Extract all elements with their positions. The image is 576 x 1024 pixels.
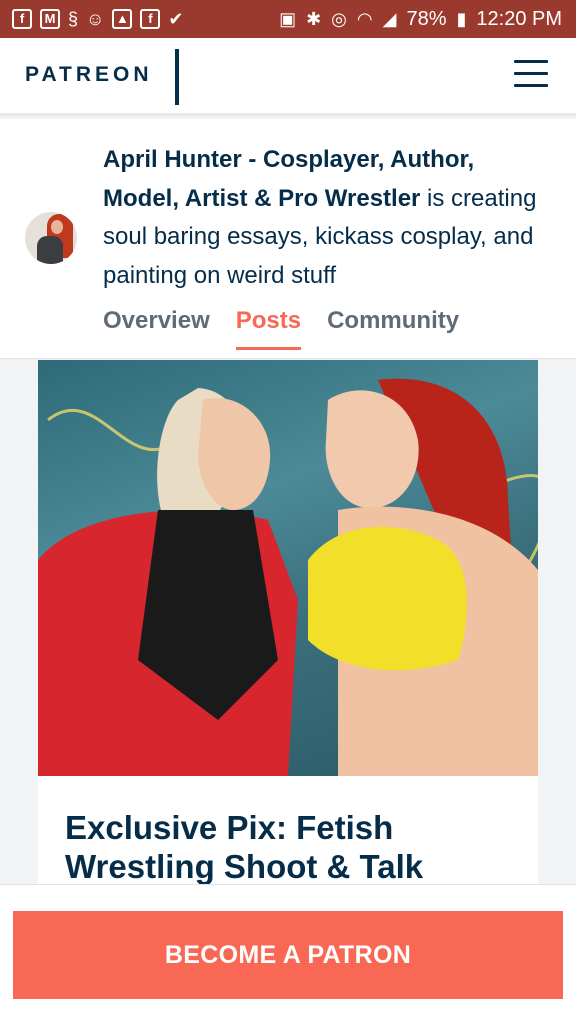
image-icon: ▲ xyxy=(112,9,133,29)
status-bar: f M § ☺ ▲ f ✔ ▣ ✱ ◎ ◠ ◢ 78% ▮ 12:20 PM xyxy=(0,0,576,38)
gmail-icon: M xyxy=(40,9,60,29)
logo-divider xyxy=(175,49,179,105)
post-image[interactable] xyxy=(38,360,538,776)
post-title[interactable]: Exclusive Pix: Fetish Wrestling Shoot & … xyxy=(65,808,505,886)
patreon-logo[interactable]: PATREON xyxy=(25,63,153,87)
become-patron-button[interactable]: BECOME A PATRON xyxy=(13,911,563,999)
bluetooth-icon: ✱ xyxy=(306,8,322,29)
creator-name[interactable]: April Hunter - Cosplayer, Author, Model,… xyxy=(103,146,474,212)
tab-overview[interactable]: Overview xyxy=(103,307,210,350)
tab-community[interactable]: Community xyxy=(327,307,459,350)
hamburger-menu-icon[interactable] xyxy=(514,60,548,90)
battery-level: 78% xyxy=(406,7,447,30)
creator-header: April Hunter - Cosplayer, Author, Model,… xyxy=(0,119,576,359)
creator-avatar[interactable] xyxy=(25,212,77,264)
post-photo-illustration xyxy=(38,378,538,776)
clock: 12:20 PM xyxy=(476,7,562,30)
creator-description: April Hunter - Cosplayer, Author, Model,… xyxy=(103,141,543,295)
check-app-icon: ✔ xyxy=(168,8,184,29)
vibrate-icon: ▣ xyxy=(279,8,297,29)
facebook-icon: f xyxy=(12,9,32,29)
facebook-icon: f xyxy=(140,9,161,29)
battery-icon: ▮ xyxy=(456,8,467,29)
signal-icon: ◢ xyxy=(382,8,397,29)
tab-posts[interactable]: Posts xyxy=(235,307,302,350)
account-icon: ☺ xyxy=(86,8,105,29)
swirl-app-icon: § xyxy=(68,8,79,29)
notification-icons: f M § ☺ ▲ f ✔ xyxy=(12,9,184,30)
cta-bar: BECOME A PATRON xyxy=(0,884,576,1024)
system-status: ▣ ✱ ◎ ◠ ◢ 78% ▮ 12:20 PM xyxy=(279,8,562,31)
app-header: PATREON xyxy=(0,38,576,116)
wifi-icon: ◠ xyxy=(356,8,373,29)
nfc-icon: ◎ xyxy=(331,8,347,29)
post-card[interactable]: Exclusive Pix: Fetish Wrestling Shoot & … xyxy=(38,360,538,886)
creator-tabs: Overview Posts Community xyxy=(103,307,459,350)
